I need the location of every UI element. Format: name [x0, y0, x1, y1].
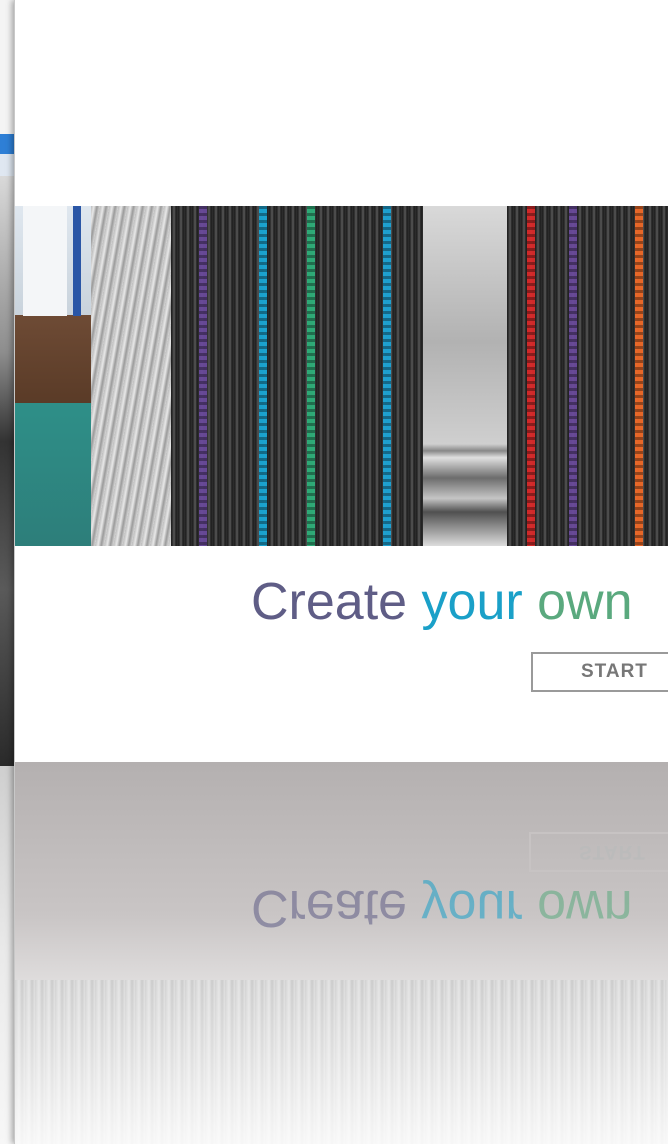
main-window: Create your own START START Create your … [14, 0, 668, 1144]
start-button-reflection: START [529, 832, 668, 872]
room-interior-image [15, 206, 91, 546]
tagline-word-your: your [421, 573, 523, 631]
carpet-tile-image-2 [507, 206, 668, 546]
hero-tagline: Create your own [251, 572, 633, 632]
carpet-tile-image [171, 206, 423, 546]
header-area [15, 0, 668, 206]
hero-banner [15, 206, 668, 546]
tagline-word-own: own [537, 573, 633, 631]
loom-machine-image [91, 206, 171, 546]
start-button[interactable]: START [531, 652, 668, 692]
reflection-area: START Create your own [15, 762, 668, 1144]
steel-layers-image [423, 206, 507, 546]
tagline-word-create: Create [251, 573, 408, 631]
tagline-reflection: Create your own [251, 879, 633, 937]
banner-reflection [15, 980, 668, 1144]
